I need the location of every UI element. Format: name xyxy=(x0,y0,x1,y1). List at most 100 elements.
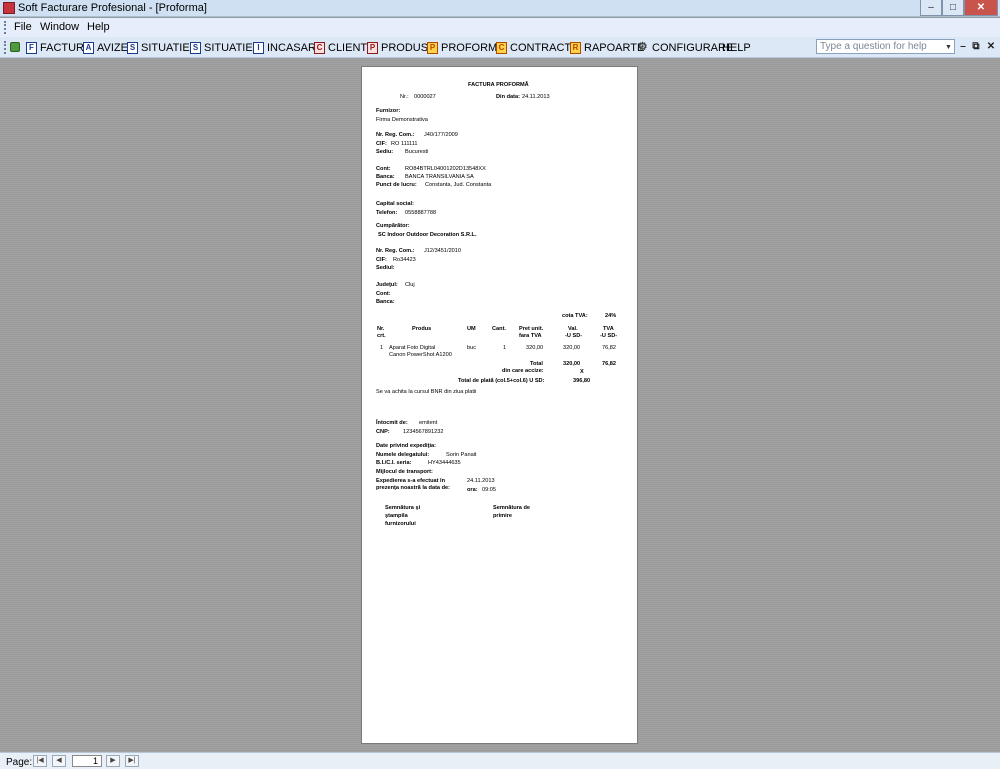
window-title: Soft Facturare Profesional - [Proforma] xyxy=(18,2,207,14)
th-um: UM xyxy=(467,326,476,332)
buyer-account-label: Cont: xyxy=(376,291,391,297)
toolbar-situatie1-button[interactable]: S SITUATIE1 xyxy=(127,40,196,55)
vat-rate-label: cota TVA: xyxy=(562,313,588,319)
supplier-workpoint-value: Constanta, Jud. Constanta xyxy=(425,182,492,188)
help-search-placeholder: Type a question for help xyxy=(820,41,927,52)
supplier-cif-value: RO 111111 xyxy=(391,141,418,147)
incasari-icon: I xyxy=(253,41,264,54)
total-vat: 76,82 xyxy=(602,361,616,367)
mdi-restore-button[interactable]: ⧉ xyxy=(970,41,982,52)
shipped-label-2: prezenţa noastră la data de: xyxy=(376,485,450,491)
vat-rate-value: 24% xyxy=(605,313,617,319)
invoice-page: FACTURA PROFORMĂ Nr.: 0000027 Din data: … xyxy=(361,66,638,744)
supplier-heading: Furnizor: xyxy=(376,108,401,114)
row-qty: 1 xyxy=(503,345,507,351)
next-page-icon[interactable]: ▶ xyxy=(106,755,120,767)
grand-total-value: 396,80 xyxy=(573,378,591,384)
help-search-input[interactable]: Type a question for help ▼ xyxy=(816,39,955,54)
toolbar-clienti-button[interactable]: C CLIENTI xyxy=(314,40,370,55)
toolbar-incasari-button[interactable]: I INCASARI xyxy=(253,40,319,55)
supplier-cif-label: CIF: xyxy=(376,141,387,147)
th-value-1: Val. xyxy=(568,326,578,332)
shipped-label-1: Expedierea s-a efectuat în xyxy=(376,478,446,484)
menu-window[interactable]: Window xyxy=(40,21,79,33)
th-product: Produs xyxy=(412,326,432,332)
supplier-phone-value: 0558887788 xyxy=(405,210,437,216)
row-product-1: Aparat Foto Digital xyxy=(389,345,436,351)
th-vat-1: TVA xyxy=(603,326,614,332)
facturi-icon: F xyxy=(26,41,37,54)
th-price-1: Pret unit. xyxy=(519,326,544,332)
toolbar-help-label: HELP xyxy=(722,41,751,54)
toolbar-configurare-button[interactable]: ⚙ CONFIGURARE xyxy=(636,40,734,55)
signature-receipt-1: Semnătura de xyxy=(493,505,530,511)
title-bar: Soft Facturare Profesional - [Proforma] … xyxy=(0,0,1000,17)
supplier-capital-label: Capital social: xyxy=(376,201,414,207)
supplier-name: Firma Demonstrativa xyxy=(376,117,428,123)
buyer-reg-label: Nr. Reg. Com.: xyxy=(376,248,415,254)
toolbar-situatie1-label: SITUATIE1 xyxy=(141,41,196,54)
invoice-nr-value: 0000027 xyxy=(414,94,436,100)
last-page-icon[interactable]: ▶| xyxy=(125,755,139,767)
supplier-seat-label: Sediu: xyxy=(376,149,394,155)
situatie1-icon: S xyxy=(127,41,138,54)
toolbar-incasari-label: INCASARI xyxy=(267,41,319,54)
shipping-heading: Date privind expediţia: xyxy=(376,443,436,449)
toolbar-produse-button[interactable]: P PRODUSE xyxy=(367,40,435,55)
chevron-down-icon[interactable]: ▼ xyxy=(944,41,953,52)
invoice-title: FACTURA PROFORMĂ xyxy=(468,82,529,88)
delegate-label: Numele delegatului: xyxy=(376,452,430,458)
invoice-date-label: Din data: xyxy=(496,94,520,100)
produse-icon: P xyxy=(367,41,378,54)
close-button[interactable]: ✕ xyxy=(964,0,998,16)
id-label: B.I./C.I. seria: xyxy=(376,460,412,466)
page-number-input[interactable]: 1 xyxy=(72,755,102,767)
buyer-name: SC Indoor Outdoor Decoration S.R.L. xyxy=(378,232,477,238)
menu-grip-icon[interactable] xyxy=(4,21,6,34)
supplier-phone-label: Telefon: xyxy=(376,210,398,216)
toolbar-grip-icon[interactable] xyxy=(4,41,6,54)
supplier-reg-label: Nr. Reg. Com.: xyxy=(376,132,415,138)
transport-label: Mijlocul de transport: xyxy=(376,469,433,475)
mdi-close-button[interactable]: ✕ xyxy=(985,41,997,52)
toolbar-contracte-label: CONTRACTE xyxy=(510,41,579,54)
toolbar-avize-button[interactable]: A AVIZE xyxy=(83,40,128,55)
th-value-2: -U SD- xyxy=(565,333,583,339)
toolbar-contracte-button[interactable]: C CONTRACTE xyxy=(496,40,578,55)
row-product-2: Canon PowerShot A1200 xyxy=(389,352,452,358)
buyer-cif-value: Ro34423 xyxy=(393,257,416,263)
toolbar-help-button[interactable]: HELP xyxy=(722,40,751,55)
situatie2-icon: S xyxy=(190,41,201,54)
total-value: 320,00 xyxy=(563,361,581,367)
home-icon[interactable] xyxy=(10,42,20,52)
grand-total-label: Total de plată (col.5+col.6) U SD: xyxy=(458,378,545,384)
excise-label: din care accize: xyxy=(502,368,544,374)
menu-file[interactable]: File xyxy=(14,21,32,33)
th-vat-2: -U SD- xyxy=(600,333,618,339)
menu-help[interactable]: Help xyxy=(87,21,110,33)
first-page-icon[interactable]: |◀ xyxy=(33,755,47,767)
minimize-button[interactable]: – xyxy=(920,0,942,16)
row-nr: 1 xyxy=(380,345,384,351)
mdi-minimize-button[interactable]: – xyxy=(957,41,969,52)
status-bar: Page: |◀ ◀ 1 ▶ ▶| xyxy=(0,752,1000,769)
time-label: ora: xyxy=(467,487,478,493)
signature-supplier-2: ştampila xyxy=(385,513,408,519)
prev-page-icon[interactable]: ◀ xyxy=(52,755,66,767)
supplier-reg-value: J40/177/2009 xyxy=(424,132,458,138)
buyer-seat-label: Sediul: xyxy=(376,265,395,271)
th-nr-1: Nr. xyxy=(377,326,385,332)
th-nr-2: crt. xyxy=(377,333,386,339)
time-value: 09:05 xyxy=(482,487,496,493)
toolbar-proforme-button[interactable]: P PROFORME xyxy=(427,40,505,55)
toolbar-situatie2-button[interactable]: S SITUATIE2 xyxy=(190,40,259,55)
maximize-button[interactable]: □ xyxy=(942,0,964,16)
cnp-label: CNP: xyxy=(376,429,390,435)
toolbar-facturi-button[interactable]: F FACTURI xyxy=(26,40,87,55)
total-label: Total xyxy=(530,361,543,367)
toolbar-facturi-label: FACTURI xyxy=(40,41,88,54)
supplier-account-value: RO84BTRL04001202D13548XX xyxy=(405,166,486,172)
signature-receipt-2: primire xyxy=(493,513,512,519)
toolbar-rapoarte-button[interactable]: R RAPOARTE xyxy=(570,40,644,55)
proforme-icon: P xyxy=(427,41,438,54)
